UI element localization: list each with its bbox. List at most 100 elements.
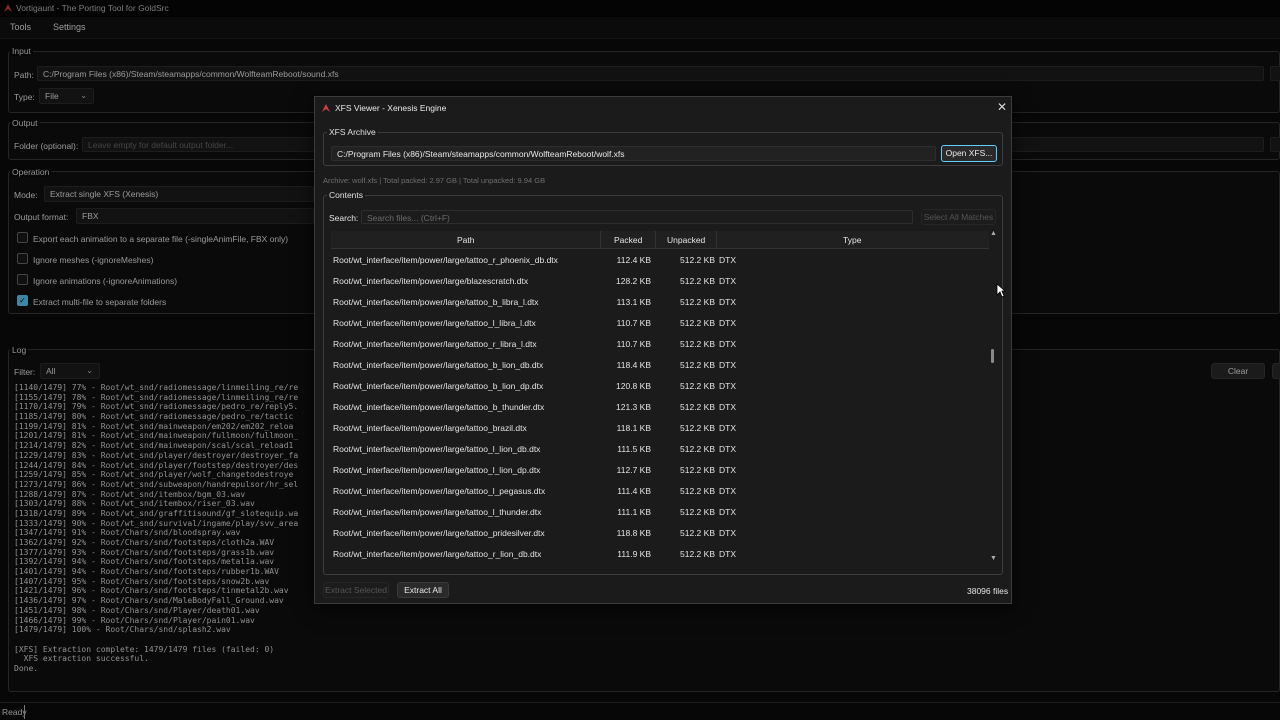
cell-type: DTX (719, 360, 736, 370)
cell-path: Root/wt_interface/item/power/large/tatto… (333, 402, 545, 412)
single-anim-label: Export each animation to a separate file… (33, 234, 289, 244)
ignore-animations-label: Ignore animations (-ignoreAnimations) (33, 276, 178, 286)
output-format-select[interactable]: FBX (76, 208, 314, 224)
cell-packed: 111.9 KB (617, 549, 651, 559)
cell-packed: 120.8 KB (616, 381, 651, 391)
cell-packed: 128.2 KB (616, 276, 651, 286)
cell-unpacked: 512.2 KB (680, 255, 715, 265)
table-row[interactable]: Root/wt_interface/item/power/large/tatto… (331, 354, 989, 375)
ignore-animations-checkbox[interactable] (17, 274, 28, 285)
cell-unpacked: 512.2 KB (680, 507, 715, 517)
table-row[interactable]: Root/wt_interface/item/power/large/blaze… (331, 270, 989, 291)
status-text: Ready (2, 707, 27, 717)
cell-unpacked: 512.2 KB (680, 402, 715, 412)
ignore-meshes-label: Ignore meshes (-ignoreMeshes) (33, 255, 154, 265)
cell-path: Root/wt_interface/item/power/large/tatto… (333, 381, 544, 391)
table-scrollbar[interactable]: ▲ ▼ (989, 231, 997, 566)
table-row[interactable]: Root/wt_interface/item/power/large/tatto… (331, 543, 989, 564)
cell-packed: 118.4 KB (616, 360, 651, 370)
contents-label: Contents (327, 190, 366, 200)
scroll-down-icon[interactable]: ▼ (990, 555, 997, 562)
table-row[interactable]: Root/wt_interface/item/power/large/tatto… (331, 249, 989, 270)
chevron-down-icon: ⌄ (86, 366, 93, 375)
scroll-up-icon[interactable]: ▲ (990, 231, 997, 237)
text-cursor (24, 705, 25, 719)
single-anim-checkbox[interactable] (17, 232, 28, 243)
search-input[interactable]: Search files... (Ctrl+F) (361, 210, 913, 224)
cell-path: Root/wt_interface/item/power/large/tatto… (333, 528, 545, 538)
table-row[interactable]: Root/wt_interface/item/power/large/tatto… (331, 438, 989, 459)
table-row[interactable]: Root/wt_interface/item/power/large/tatto… (331, 480, 989, 501)
close-icon[interactable]: ✕ (997, 100, 1007, 114)
column-separator (655, 231, 656, 249)
menu-settings[interactable]: Settings (53, 22, 86, 32)
table-row[interactable]: Root/wt_interface/item/power/large/tatto… (331, 396, 989, 417)
select-all-matches-button[interactable]: Select All Matches (921, 209, 996, 225)
cell-unpacked: 512.2 KB (680, 486, 715, 496)
column-unpacked[interactable]: Unpacked (667, 235, 705, 245)
cell-packed: 112.4 KB (616, 255, 651, 265)
output-format-label: Output format: (14, 212, 69, 222)
cell-packed: 113.1 KB (616, 297, 651, 307)
cell-unpacked: 512.2 KB (680, 465, 715, 475)
file-table: Path Packed Unpacked Type Root/wt_interf… (331, 231, 997, 566)
cell-unpacked: 512.2 KB (680, 276, 715, 286)
checkmark-icon: ✓ (19, 296, 26, 305)
cell-type: DTX (719, 528, 736, 538)
column-type[interactable]: Type (843, 235, 861, 245)
operation-group-label: Operation (10, 167, 52, 177)
cell-packed: 111.1 KB (617, 507, 651, 517)
app-logo-icon (4, 4, 12, 12)
extract-selected-button[interactable]: Extract Selected (323, 582, 389, 598)
status-bar: Ready (0, 702, 1280, 720)
cell-unpacked: 512.2 KB (680, 360, 715, 370)
cell-type: DTX (719, 297, 736, 307)
path-input[interactable]: C:/Program Files (x86)/Steam/steamapps/c… (37, 66, 1264, 81)
cell-path: Root/wt_interface/item/power/large/tatto… (333, 549, 542, 559)
xfs-archive-label: XFS Archive (327, 127, 378, 137)
table-row[interactable]: Root/wt_interface/item/power/large/tatto… (331, 333, 989, 354)
extract-all-button[interactable]: Extract All (397, 582, 449, 598)
archive-path-input[interactable]: C:/Program Files (x86)/Steam/steamapps/c… (331, 146, 936, 161)
cell-packed: 118.1 KB (616, 423, 651, 433)
filter-value: All (46, 366, 56, 376)
cell-path: Root/wt_interface/item/power/large/tatto… (333, 297, 539, 307)
window-title: Vortigaunt - The Porting Tool for GoldSr… (16, 3, 169, 13)
cell-path: Root/wt_interface/item/power/large/tatto… (333, 465, 541, 475)
cell-path: Root/wt_interface/item/power/large/tatto… (333, 318, 536, 328)
cell-path: Root/wt_interface/item/power/large/tatto… (333, 360, 544, 370)
xfs-viewer-dialog: XFS Viewer - Xenesis Engine ✕ XFS Archiv… (314, 96, 1012, 604)
cell-unpacked: 512.2 KB (680, 549, 715, 559)
archive-info: Archive: wolf.xfs | Total packed: 2.97 G… (323, 176, 546, 185)
path-browse-button[interactable] (1270, 66, 1280, 81)
open-xfs-button[interactable]: Open XFS... (941, 145, 997, 162)
scrollbar-thumb[interactable] (991, 349, 994, 363)
clear-log-button[interactable]: Clear (1211, 363, 1265, 379)
type-select[interactable]: File ⌄ (39, 88, 94, 104)
table-row[interactable]: Root/wt_interface/item/power/large/tatto… (331, 417, 989, 438)
menu-bar: Tools Settings (0, 17, 1280, 39)
table-row[interactable]: Root/wt_interface/item/power/large/tatto… (331, 312, 989, 333)
table-row[interactable]: Root/wt_interface/item/power/large/tatto… (331, 501, 989, 522)
log-extra-button[interactable] (1272, 363, 1280, 379)
table-row[interactable]: Root/wt_interface/item/power/large/tatto… (331, 522, 989, 543)
cell-path: Root/wt_interface/item/power/large/tatto… (333, 507, 542, 517)
table-row[interactable]: Root/wt_interface/item/power/large/tatto… (331, 291, 989, 312)
mode-select[interactable]: Extract single XFS (Xenesis) (44, 186, 314, 202)
table-row[interactable]: Root/wt_interface/item/power/large/tatto… (331, 459, 989, 480)
output-folder-label: Folder (optional): (14, 141, 79, 151)
cell-type: DTX (719, 423, 736, 433)
filter-select[interactable]: All ⌄ (40, 363, 100, 379)
table-row[interactable]: Root/wt_interface/item/power/large/tatto… (331, 375, 989, 396)
multi-file-checkbox[interactable]: ✓ (17, 295, 28, 306)
ignore-meshes-checkbox[interactable] (17, 253, 28, 264)
log-line: XFS extraction successful. (14, 654, 149, 664)
cell-packed: 111.5 KB (617, 444, 651, 454)
column-path[interactable]: Path (457, 235, 475, 245)
app-logo-icon (322, 104, 330, 112)
cell-unpacked: 512.2 KB (680, 444, 715, 454)
column-packed[interactable]: Packed (614, 235, 642, 245)
menu-tools[interactable]: Tools (10, 22, 31, 32)
output-browse-button[interactable] (1270, 137, 1280, 152)
